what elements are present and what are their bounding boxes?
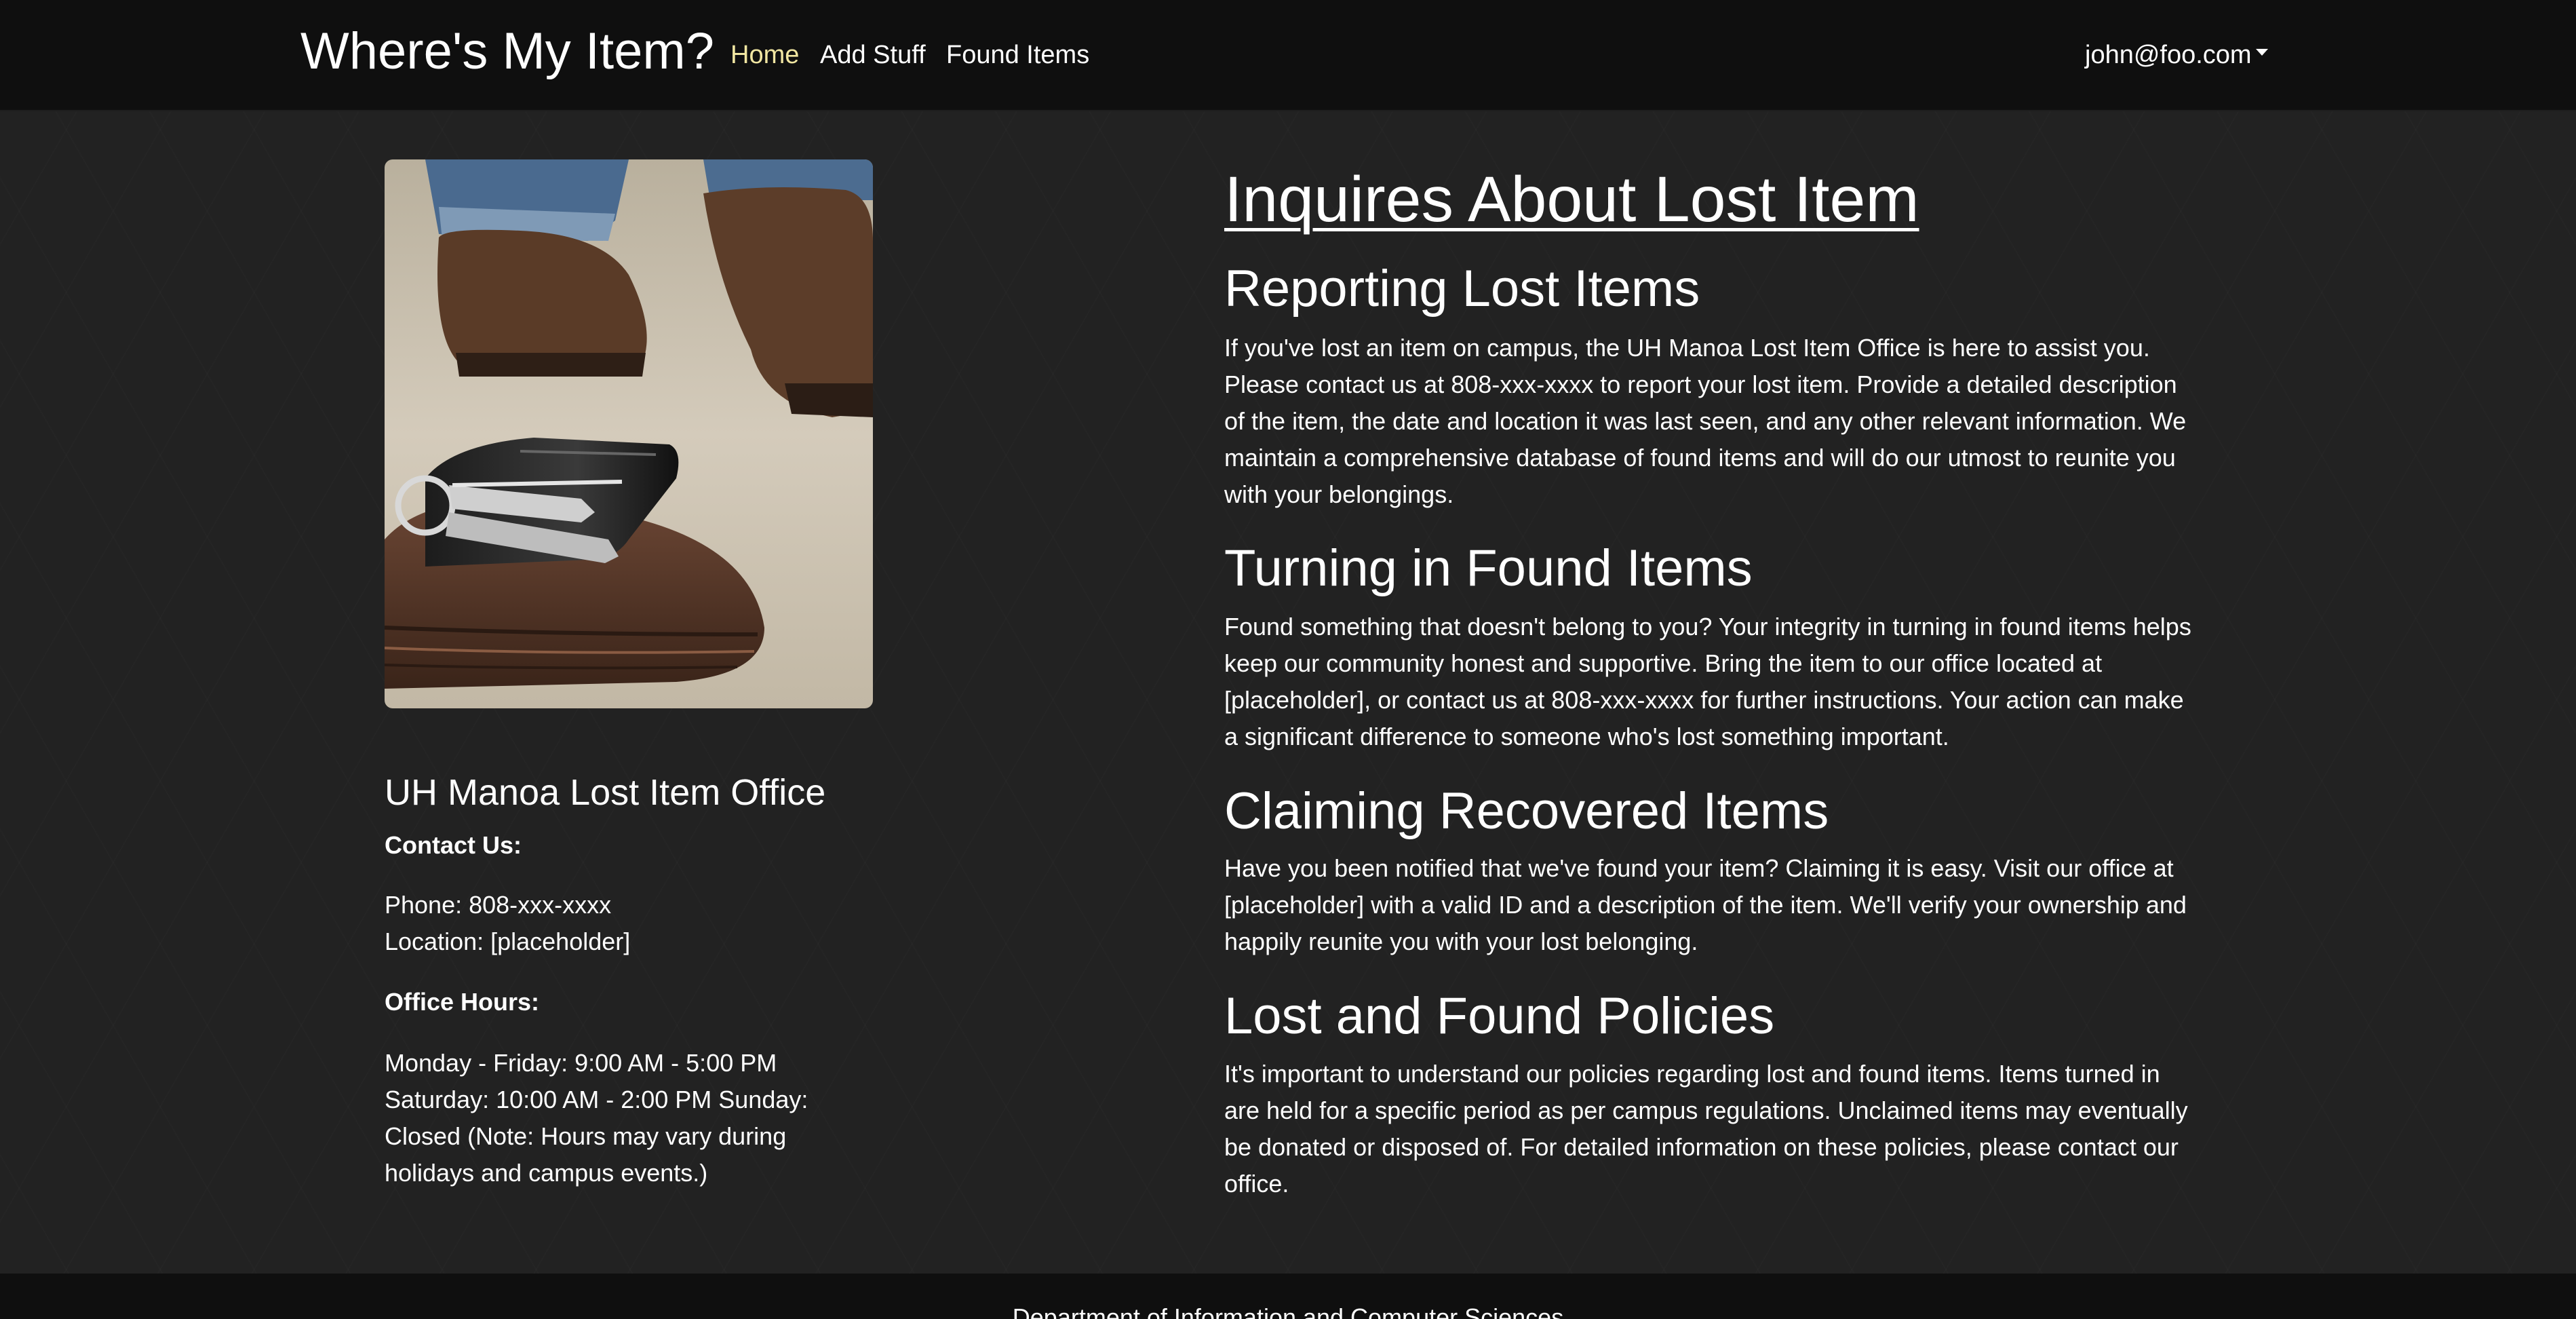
section-body-turning-in: Found something that doesn't belong to y… — [1224, 613, 2191, 750]
office-title: UH Manoa Lost Item Office — [385, 772, 826, 813]
lost-wallet-image — [385, 159, 873, 708]
section-heading-turning-in: Turning in Found Items — [1224, 539, 1753, 597]
nav-link-found-items[interactable]: Found Items — [946, 38, 1089, 72]
section-heading-reporting: Reporting Lost Items — [1224, 260, 1700, 318]
office-hours-heading: Office Hours: — [385, 988, 540, 1016]
office-hours-line: Closed (Note: Hours may vary during — [385, 1122, 787, 1150]
office-hours-line: Monday - Friday: 9:00 AM - 5:00 PM — [385, 1049, 777, 1077]
section-body-policies: It's important to understand our policie… — [1224, 1060, 2188, 1198]
nav-link-add-stuff[interactable]: Add Stuff — [820, 38, 926, 72]
footer-text: Department of Information and Computer S… — [1012, 1303, 1564, 1319]
nav-link-home[interactable]: Home — [730, 38, 799, 72]
section-heading-claiming: Claiming Recovered Items — [1224, 782, 1829, 840]
section-heading-policies: Lost and Found Policies — [1224, 987, 1775, 1045]
page-title: Inquires About Lost Item — [1224, 164, 1919, 235]
caret-down-icon — [2255, 48, 2268, 56]
contact-heading: Contact Us: — [385, 831, 522, 859]
contact-phone: Phone: 808-xxx-xxxx — [385, 891, 612, 919]
brand-title[interactable]: Where's My Item? — [300, 18, 714, 85]
office-hours-line: Saturday: 10:00 AM - 2:00 PM Sunday: — [385, 1086, 808, 1113]
user-dropdown[interactable]: john@foo.com — [2085, 38, 2268, 72]
contact-location: Location: [placeholder] — [385, 928, 631, 955]
user-email: john@foo.com — [2085, 41, 2252, 69]
section-body-claiming: Have you been notified that we've found … — [1224, 854, 2187, 955]
office-hours-line: holidays and campus events.) — [385, 1159, 708, 1187]
navbar: Where's My Item? Home Add Stuff Found It… — [0, 0, 2576, 111]
footer: Department of Information and Computer S… — [0, 1274, 2576, 1319]
section-body-reporting: If you've lost an item on campus, the UH… — [1224, 334, 2187, 508]
